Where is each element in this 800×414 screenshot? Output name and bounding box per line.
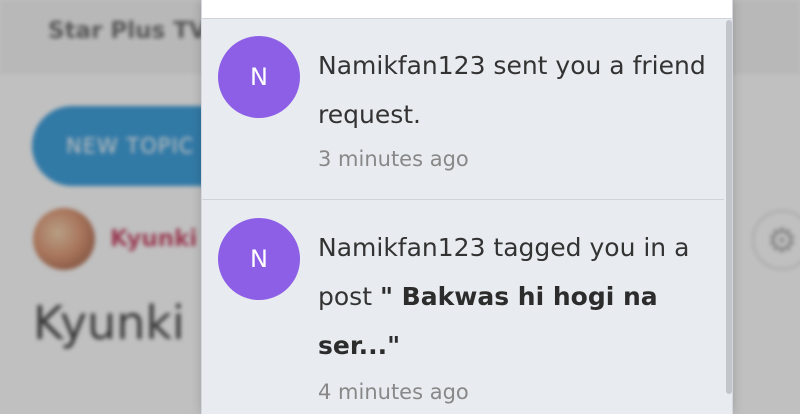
notification-text[interactable]: Namikfan123 tagged you in a post " Bakwa…	[318, 223, 718, 370]
notification-text[interactable]: Namikfan123 sent you a friend request.	[318, 41, 718, 139]
avatar[interactable]: N	[218, 36, 300, 118]
dropdown-header	[202, 0, 732, 19]
notification-timestamp: 3 minutes ago	[318, 147, 469, 171]
notification-item[interactable]: N Namikfan123 sent you a friend request.…	[202, 19, 724, 200]
scrollbar[interactable]	[726, 20, 732, 394]
notifications-dropdown: N Namikfan123 sent you a friend request.…	[201, 0, 733, 414]
notification-body: Namikfan123 sent you a friend request. 3…	[318, 41, 718, 171]
notification-timestamp: 4 minutes ago	[318, 380, 469, 404]
screen: Star Plus TV NEW TOPIC Kyunki Kyunki ⚙ N…	[0, 0, 800, 414]
notification-item[interactable]: N Namikfan123 tagged you in a post " Bak…	[202, 201, 724, 414]
avatar[interactable]: N	[218, 218, 300, 300]
notification-body: Namikfan123 tagged you in a post " Bakwa…	[318, 223, 718, 404]
